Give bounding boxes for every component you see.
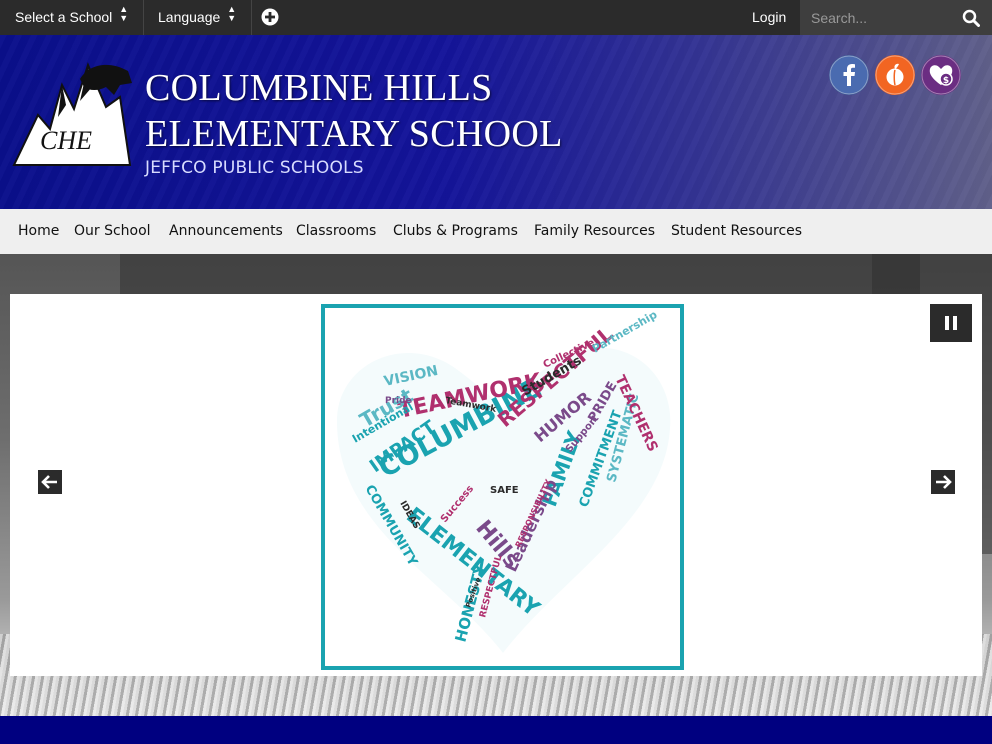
logo-text: CHE xyxy=(40,126,92,155)
nav-item-announcements[interactable]: Announcements xyxy=(169,209,283,254)
word-cloud: COLUMBINE Hills ELEMENTARY TEAMWORK RESP… xyxy=(336,308,671,653)
site-header: CHE COLUMBINE HILLS ELEMENTARY SCHOOL JE… xyxy=(0,35,992,209)
pause-slideshow-button[interactable] xyxy=(930,304,972,342)
slideshow: COLUMBINE Hills ELEMENTARY TEAMWORK RESP… xyxy=(10,294,982,676)
nav-item-our-school[interactable]: Our School xyxy=(74,209,151,254)
nav-item-family-resources[interactable]: Family Resources xyxy=(534,209,655,254)
slide-image-word-cloud-heart: COLUMBINE Hills ELEMENTARY TEAMWORK RESP… xyxy=(321,304,684,670)
select-school-dropdown[interactable]: Select a School ▲ ▼ xyxy=(0,0,145,35)
sort-caret-icon: ▲ ▼ xyxy=(119,4,129,23)
footer-bar xyxy=(0,716,992,744)
peachjar-icon xyxy=(875,55,915,95)
school-name-line2: ELEMENTARY SCHOOL xyxy=(145,113,563,155)
arrow-left-icon xyxy=(41,475,57,489)
word: SAFE xyxy=(490,485,519,496)
donate-link[interactable]: $ xyxy=(921,55,961,95)
nav-item-student-resources[interactable]: Student Resources xyxy=(671,209,802,254)
peachjar-link[interactable] xyxy=(875,55,915,95)
previous-slide-button[interactable] xyxy=(38,470,62,494)
svg-text:$: $ xyxy=(943,76,949,86)
donate-heart-icon: $ xyxy=(921,55,961,95)
nav-item-clubs-programs[interactable]: Clubs & Programs xyxy=(393,209,518,254)
nav-item-classrooms[interactable]: Classrooms xyxy=(296,209,376,254)
school-name-line1: COLUMBINE HILLS xyxy=(145,67,493,109)
school-name[interactable]: COLUMBINE HILLS ELEMENTARY SCHOOL xyxy=(145,65,563,157)
nav-item-home[interactable]: Home xyxy=(18,209,59,254)
select-school-label: Select a School xyxy=(15,9,113,25)
facebook-link[interactable] xyxy=(829,55,869,95)
pause-icon xyxy=(945,316,957,330)
language-label: Language xyxy=(158,9,221,25)
arrow-right-icon xyxy=(936,475,952,489)
search-box xyxy=(800,0,992,35)
add-shortcut-button[interactable] xyxy=(247,0,294,35)
word: Pride xyxy=(385,396,412,406)
language-dropdown[interactable]: Language ▲ ▼ xyxy=(143,0,253,35)
utility-bar: Select a School ▲ ▼ Language ▲ ▼ Login xyxy=(0,0,992,35)
next-slide-button[interactable] xyxy=(931,470,955,494)
sort-caret-icon: ▲ ▼ xyxy=(227,4,237,23)
plus-circle-icon xyxy=(261,8,279,26)
search-input[interactable] xyxy=(800,0,972,35)
main-navigation: Home Our School Announcements Classrooms… xyxy=(0,209,992,255)
facebook-icon xyxy=(829,55,869,95)
district-name: JEFFCO PUBLIC SCHOOLS xyxy=(145,158,364,178)
school-logo[interactable]: CHE xyxy=(10,57,134,169)
login-link[interactable]: Login xyxy=(738,0,800,35)
search-icon[interactable] xyxy=(962,9,980,27)
